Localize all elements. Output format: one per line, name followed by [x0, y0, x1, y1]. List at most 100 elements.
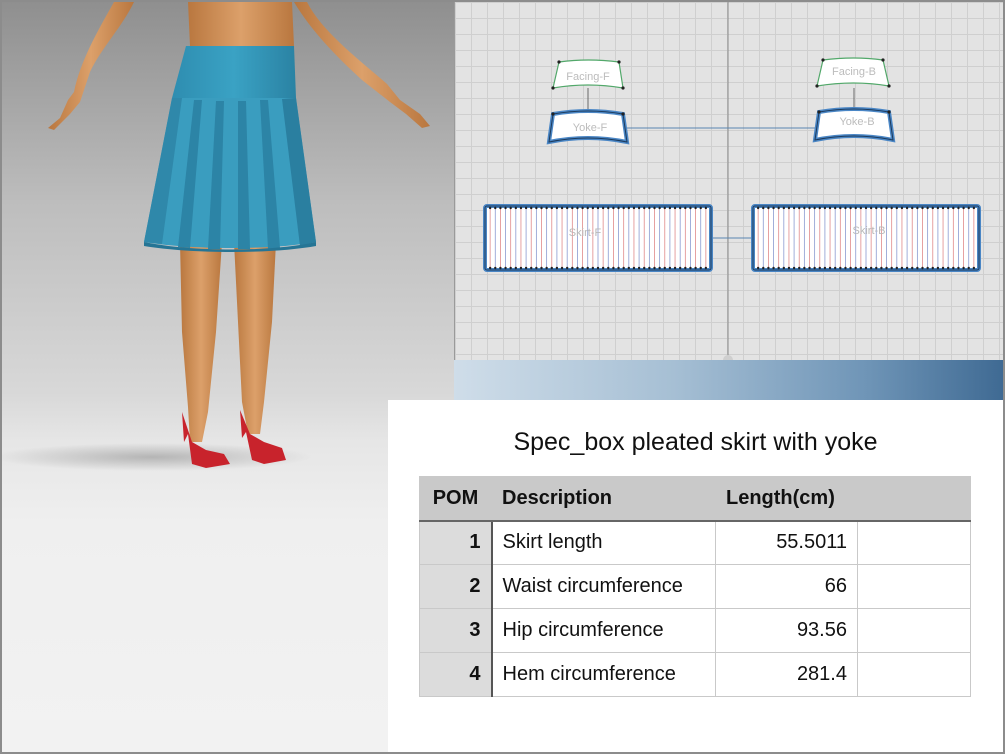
pattern-point — [632, 206, 636, 210]
pattern-point — [565, 266, 569, 270]
cell-pom: 3 — [419, 608, 493, 653]
pattern-point — [519, 206, 523, 210]
skirt-pleats — [144, 98, 316, 252]
pattern-point — [895, 206, 899, 210]
pattern-piece-facing-back[interactable]: Facing-B — [815, 57, 891, 88]
pattern-point — [798, 206, 801, 210]
pattern-point — [839, 266, 842, 270]
pattern-point — [658, 206, 661, 210]
pattern-point — [689, 206, 692, 210]
pattern-point — [668, 266, 672, 270]
pattern-point — [803, 206, 806, 210]
pattern-point — [622, 266, 625, 270]
pattern-point — [798, 266, 801, 270]
pattern-piece-yoke-back[interactable]: Yoke-B — [812, 107, 896, 143]
pattern-point — [762, 206, 765, 210]
pattern-point — [772, 266, 775, 270]
pattern-point — [488, 266, 492, 270]
pattern-point — [869, 266, 873, 270]
pattern-point — [916, 206, 919, 210]
pattern-point — [673, 206, 677, 210]
pattern-point — [524, 206, 528, 210]
pattern-point — [828, 206, 832, 210]
pattern-point — [926, 266, 929, 270]
pattern-point — [762, 266, 765, 270]
pattern-point — [782, 206, 786, 210]
table-row: 1 Skirt length 55.5011 — [419, 520, 971, 565]
pattern-point — [854, 266, 857, 270]
pattern-point — [617, 206, 620, 210]
pattern-point — [545, 266, 548, 270]
pattern-point — [586, 266, 589, 270]
pattern-point — [678, 206, 682, 210]
pattern-point — [678, 266, 682, 270]
pattern-point — [772, 206, 775, 210]
pattern-point — [880, 206, 883, 210]
pattern-point — [509, 206, 512, 210]
pattern-point — [844, 206, 847, 210]
pattern-point — [833, 266, 837, 270]
pattern-piece-skirt-front[interactable]: Skirt-F — [483, 204, 713, 272]
pattern-point — [571, 266, 574, 270]
cell-extra — [857, 564, 971, 609]
pattern-point — [931, 266, 934, 270]
pattern-point — [813, 206, 816, 210]
pattern-point — [900, 206, 904, 210]
viewport-3d[interactable] — [2, 2, 454, 752]
pattern-point — [550, 206, 553, 210]
pattern-point — [514, 266, 518, 270]
pattern-point — [612, 206, 615, 210]
pattern-point — [648, 206, 651, 210]
pattern-point — [946, 206, 950, 210]
piece-label: Facing-B — [832, 66, 876, 78]
pattern-point — [581, 206, 584, 210]
cell-length: 66 — [715, 564, 858, 609]
pattern-point — [875, 206, 878, 210]
pattern-point — [869, 206, 873, 210]
header-description: Description — [491, 476, 716, 522]
pattern-point — [494, 206, 497, 210]
piece-label: Facing-F — [566, 71, 610, 83]
pattern-piece-facing-front[interactable]: Facing-F — [551, 59, 625, 90]
pattern-point — [957, 266, 960, 270]
pattern-point — [967, 206, 970, 210]
pattern-point — [777, 206, 780, 210]
pattern-point — [699, 206, 702, 210]
spec-table: POM Description Length(cm) 1 Skirt lengt… — [419, 476, 971, 697]
table-row: 2 Waist circumference 66 — [419, 564, 971, 609]
pattern-window-2d[interactable]: Facing-F Facing-B Yoke-F Yoke-B Skirt-F … — [454, 2, 1003, 360]
pattern-point — [962, 266, 965, 270]
pattern-point — [581, 266, 584, 270]
cell-extra — [857, 608, 971, 653]
pattern-piece-skirt-back[interactable]: Skirt-B — [751, 204, 981, 272]
pattern-piece-yoke-front[interactable]: Yoke-F — [546, 109, 630, 145]
pattern-point — [900, 266, 904, 270]
pattern-point — [524, 266, 528, 270]
header-pom: POM — [419, 476, 492, 522]
left-arm — [48, 2, 134, 130]
pattern-point — [586, 206, 589, 210]
pattern-point — [499, 206, 502, 210]
pattern-point — [560, 266, 564, 270]
pattern-point — [684, 266, 687, 270]
pattern-point — [617, 266, 620, 270]
pattern-point — [833, 206, 837, 210]
pattern-point — [571, 206, 574, 210]
avatar-render — [2, 2, 430, 471]
pattern-point — [792, 206, 796, 210]
pattern-point — [880, 266, 883, 270]
pattern-point — [756, 206, 760, 210]
pattern-point — [632, 266, 636, 270]
pattern-point — [699, 266, 702, 270]
spec-title: Spec_box pleated skirt with yoke — [513, 428, 878, 456]
pattern-point — [936, 206, 940, 210]
cell-pom: 2 — [419, 564, 493, 609]
pattern-point — [607, 266, 610, 270]
header-extra — [857, 476, 971, 522]
left-leg — [180, 242, 222, 442]
cell-length: 93.56 — [715, 608, 858, 653]
pattern-point — [535, 206, 538, 210]
pattern-point — [905, 206, 909, 210]
pattern-point — [637, 206, 641, 210]
piece-label: Yoke-F — [573, 122, 608, 134]
